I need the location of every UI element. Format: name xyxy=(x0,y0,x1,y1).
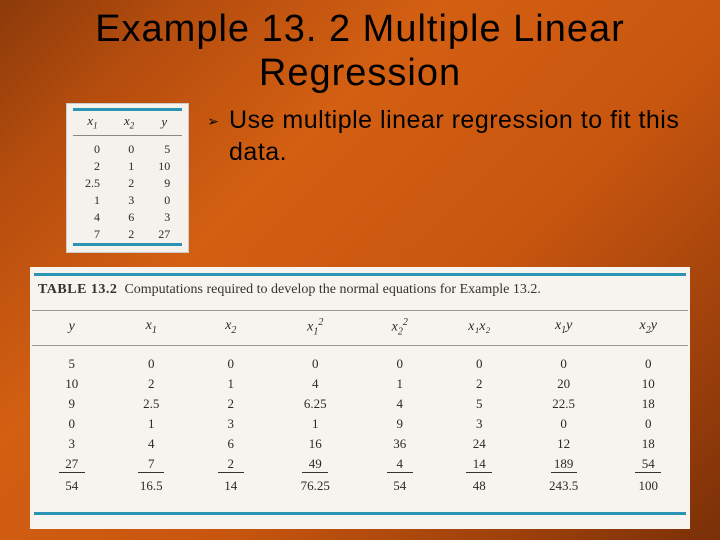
input-data-table: x1 x2 y 005 2110 2.529 130 463 7227 xyxy=(66,103,189,253)
col-x2: x2 xyxy=(112,111,146,135)
computations-table: TABLE 13.2 Computations required to deve… xyxy=(30,267,690,529)
h-x2: x2 xyxy=(191,310,271,345)
slide-title: Example 13. 2 Multiple Linear Regression xyxy=(0,0,720,99)
table-row: 01319300 xyxy=(32,414,688,434)
bullet-icon: ➢ xyxy=(207,105,219,130)
h-x2sq: x22 xyxy=(360,310,440,345)
table-row: 10214122010 xyxy=(32,374,688,394)
col-y: y xyxy=(146,111,182,135)
h-x2y: x2y xyxy=(608,310,688,345)
h-y: y xyxy=(32,310,112,345)
col-x1: x1 xyxy=(73,111,112,135)
h-x1: x1 xyxy=(112,310,192,345)
bullet-text: Use multiple linear regression to fit th… xyxy=(229,105,690,168)
table-row: 3461636241218 xyxy=(32,434,688,454)
content-row: x1 x2 y 005 2110 2.529 130 463 7227 ➢ Us… xyxy=(0,99,720,253)
table-row: 50000000 xyxy=(32,346,688,375)
table-caption: TABLE 13.2 Computations required to deve… xyxy=(32,282,688,310)
bullet-point: ➢ Use multiple linear regression to fit … xyxy=(207,103,690,168)
table-row: 27 7 2 49 4 14 189 54 xyxy=(32,454,688,475)
table-row: 92.526.254522.518 xyxy=(32,394,688,414)
h-x1y: x1y xyxy=(519,310,608,345)
h-x1x2: x₁x₂ xyxy=(439,310,519,345)
table-sum-row: 54 16.5 14 76.25 54 48 243.5 100 xyxy=(32,475,688,496)
h-x1sq: x12 xyxy=(271,310,360,345)
